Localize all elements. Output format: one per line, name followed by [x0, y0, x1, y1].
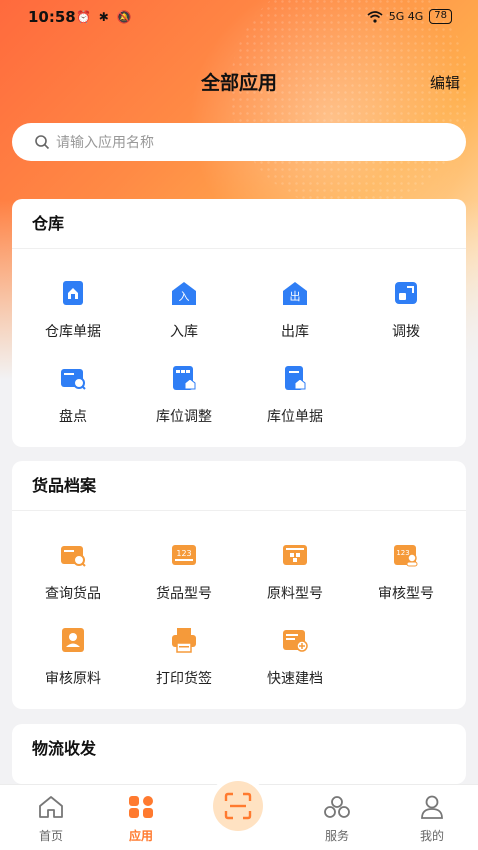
nav-service[interactable]: 服务 — [307, 795, 367, 844]
scan-button-inner[interactable] — [213, 781, 263, 831]
nav-label: 我的 — [419, 829, 444, 843]
network-label: 5G 4G — [388, 10, 424, 23]
print-label-icon — [172, 628, 196, 653]
nav-label: 应用 — [128, 829, 153, 843]
search-input[interactable]: 请输入应用名称 — [56, 132, 154, 152]
nav-label: 服务 — [324, 829, 349, 843]
location-adjust-icon — [173, 366, 196, 390]
status-right: 5G 4G 78 — [367, 9, 452, 24]
app-label: 审核型号 — [378, 586, 434, 602]
section-title: 货品档案 — [12, 461, 466, 511]
app-label: 审核原料 — [45, 671, 101, 687]
nav-label: 首页 — [38, 829, 63, 843]
app-inbound[interactable]: 入 入库 — [128, 279, 240, 341]
app-label: 盘点 — [59, 409, 87, 425]
status-time: 10:58 — [28, 8, 76, 26]
profile-icon — [421, 795, 443, 819]
app-goods-model[interactable]: 123 货品型号 — [128, 541, 240, 603]
nav-apps[interactable]: 应用 — [111, 795, 171, 844]
warehouse-doc-icon — [63, 281, 83, 305]
app-label: 库位调整 — [156, 409, 212, 425]
service-icon — [324, 796, 350, 818]
app-material-model[interactable]: 原料型号 — [239, 541, 351, 603]
app-outbound[interactable]: 出 出库 — [239, 279, 351, 341]
app-print-label[interactable]: 打印货签 — [128, 626, 240, 688]
edit-button[interactable]: 编辑 — [430, 72, 460, 93]
app-quick-create[interactable]: 快速建档 — [239, 626, 351, 688]
search-bar[interactable]: 请输入应用名称 — [12, 123, 466, 161]
quick-create-icon — [283, 630, 308, 652]
transfer-icon — [395, 282, 417, 304]
goods-model-icon: 123 — [172, 545, 196, 565]
review-model-icon: 123 — [394, 545, 418, 567]
svg-text:123: 123 — [176, 549, 191, 558]
app-label: 出库 — [281, 324, 309, 340]
app-label: 入库 — [170, 324, 198, 340]
scan-button[interactable] — [208, 776, 268, 836]
app-location-doc[interactable]: 库位单据 — [239, 364, 351, 426]
app-label: 库位单据 — [267, 409, 323, 425]
location-doc-icon — [285, 366, 306, 390]
app-label: 打印货签 — [156, 671, 212, 687]
app-label: 原料型号 — [267, 586, 323, 602]
search-goods-icon — [61, 546, 86, 567]
app-location-adjust[interactable]: 库位调整 — [128, 364, 240, 426]
app-label: 查询货品 — [45, 586, 101, 602]
inbound-icon: 入 — [172, 282, 196, 305]
outbound-icon: 出 — [283, 282, 307, 305]
wifi-icon — [367, 10, 383, 23]
app-label: 仓库单据 — [45, 324, 101, 340]
page-title: 全部应用 — [200, 72, 277, 94]
app-review-model[interactable]: 123 审核型号 — [350, 541, 462, 603]
svg-text:123: 123 — [396, 549, 409, 557]
section-goods-archive: 货品档案 查询货品 123 货品型号 原料型号 123 审核型号 审核原料 打印… — [12, 461, 466, 709]
app-transfer[interactable]: 调拨 — [350, 279, 462, 341]
nav-home[interactable]: 首页 — [21, 795, 81, 844]
inventory-check-icon — [61, 369, 86, 390]
home-icon — [39, 796, 63, 818]
nav-profile[interactable]: 我的 — [402, 795, 462, 844]
app-warehouse-doc[interactable]: 仓库单据 — [17, 279, 129, 341]
section-title: 物流收发 — [32, 739, 97, 758]
search-icon — [35, 135, 50, 150]
section-logistics: 物流收发 — [12, 724, 466, 784]
svg-text:出: 出 — [290, 289, 301, 303]
svg-text:入: 入 — [179, 290, 190, 303]
app-label: 货品型号 — [156, 586, 212, 602]
material-model-icon — [283, 545, 307, 565]
scan-icon — [224, 792, 252, 820]
app-inventory-check[interactable]: 盘点 — [17, 364, 129, 426]
app-label: 快速建档 — [267, 671, 323, 687]
app-search-goods[interactable]: 查询货品 — [17, 541, 129, 603]
status-left-icons: ⏰ ✱ 🔕 — [76, 10, 134, 24]
apps-icon — [129, 796, 153, 818]
app-label: 调拨 — [392, 324, 420, 340]
section-title: 仓库 — [12, 199, 466, 249]
status-bar: 10:58 ⏰ ✱ 🔕 5G 4G 78 — [0, 0, 478, 34]
app-review-material[interactable]: 审核原料 — [17, 626, 129, 688]
section-warehouse: 仓库 仓库单据 入 入库 出 出库 调拨 盘点 库位调整 库位单据 — [12, 199, 466, 447]
review-material-icon — [62, 628, 84, 652]
battery-indicator: 78 — [429, 9, 452, 24]
